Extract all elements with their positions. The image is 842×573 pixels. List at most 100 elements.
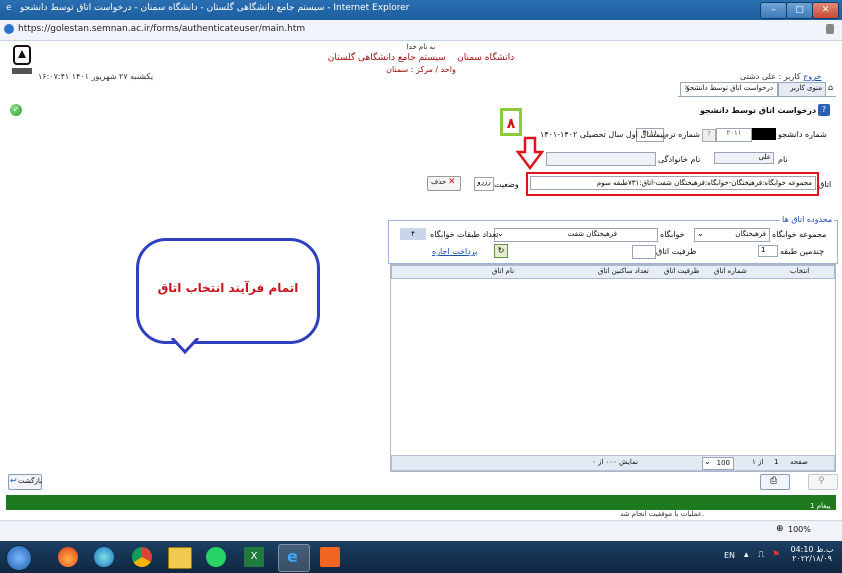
minimize-button[interactable]: – xyxy=(760,2,787,19)
success-check-icon: ✓ xyxy=(10,104,22,116)
last-name-field xyxy=(546,152,656,166)
first-name-label: نام xyxy=(778,155,788,164)
floors-count-label: تعداد طبقات خوابگاه xyxy=(430,230,499,239)
form-title: درخواست اتاق توسط دانشجو xyxy=(700,106,817,115)
back-arrow-icon: ↩ xyxy=(10,476,17,485)
chevron-down-icon: ⌄ xyxy=(704,457,711,466)
network-icon[interactable]: ⎍ xyxy=(758,550,764,560)
dorm-group-select[interactable]: فرهیختگان ⌄ xyxy=(694,228,770,242)
refresh-icon[interactable]: ↻ xyxy=(494,244,508,258)
student-number-field[interactable]: ۲۰۱۱ xyxy=(716,128,752,142)
user-bar: خروج کاربر : علی دشتی xyxy=(740,72,821,81)
excel-icon[interactable]: X xyxy=(244,547,264,567)
header-line: دانشگاه سمنان سیستم جامع دانشگاهی گلستان xyxy=(0,53,842,63)
floor-label: چندمین طبقه xyxy=(780,247,825,256)
page-size-value: 100 xyxy=(716,459,730,467)
dorm-group-value: فرهیختگان xyxy=(735,230,766,238)
print-button[interactable]: ⎙ xyxy=(760,474,790,490)
message-bar xyxy=(6,495,836,510)
page-size-select[interactable]: 100 ⌄ xyxy=(702,457,734,470)
page-of: از ۱ xyxy=(752,458,764,466)
tab-user-menu-label: منوی کاربر xyxy=(790,84,822,92)
room-area-legend: محدوده اتاق ها xyxy=(780,215,835,224)
last-name-label: نام خانوادگی xyxy=(658,155,701,164)
clock-time: 04:10 ب.ظ xyxy=(790,545,834,554)
whatsapp-icon[interactable] xyxy=(206,547,226,567)
col-room-name: نام اتاق xyxy=(492,267,515,275)
window-title: سیستم جامع دانشگاهی گلستان - دانشگاه سمن… xyxy=(20,3,410,13)
grid-pager: صفحه 1 از ۱ 100 ⌄ نمایش ۰۰۰ از ۰ xyxy=(391,455,835,471)
zoom-icon: ⊕ xyxy=(776,524,784,534)
status-label: وضعیت xyxy=(494,180,519,189)
message-count: 1 پیغام xyxy=(810,502,831,510)
help-icon[interactable]: ? xyxy=(818,104,830,116)
tab-close-icon[interactable]: ✕ xyxy=(684,84,690,92)
media-player-icon[interactable] xyxy=(320,547,340,567)
chrome-icon[interactable] xyxy=(132,547,152,567)
floor-input[interactable]: 1 xyxy=(758,245,778,257)
rent-payment-link[interactable]: پرداخت اجاره xyxy=(432,247,477,256)
term-description: نیمسال اول سال تحصیلی ۱۴۰۲-۱۴۰۱ xyxy=(540,130,665,139)
delete-icon: ✕ xyxy=(448,177,456,187)
tab-user-menu[interactable]: منوی کاربر xyxy=(778,82,826,96)
delete-button-label: حذف xyxy=(431,178,447,186)
delete-button[interactable]: ✕ حذف xyxy=(427,176,461,191)
chevron-down-icon: ⌄ xyxy=(697,229,704,238)
close-button[interactable]: ✕ xyxy=(812,2,839,19)
dorm-label: خوابگاه xyxy=(660,230,685,239)
lock-icon xyxy=(826,24,834,34)
start-button[interactable] xyxy=(6,545,32,571)
col-residents: تعداد ساکنین اتاق xyxy=(598,267,649,275)
student-lookup-button[interactable]: ? xyxy=(702,129,716,142)
capacity-label: ظرفیت اتاق xyxy=(656,247,697,256)
dorm-group-label: مجموعه خوابگاه xyxy=(772,230,827,239)
window-title-bar: e سیستم جامع دانشگاهی گلستان - دانشگاه س… xyxy=(0,0,842,20)
firefox-icon[interactable] xyxy=(58,547,78,567)
showing-count: نمایش ۰۰۰ از ۰ xyxy=(592,458,639,466)
dorm-value: فرهیختگان شفت xyxy=(567,230,617,238)
system-name: سیستم جامع دانشگاهی گلستان xyxy=(327,53,446,63)
tab-room-request[interactable]: درخواست اتاق توسط دانشجو ✕ xyxy=(680,82,778,96)
url-text[interactable]: https://golestan.semnan.ac.ir/forms/auth… xyxy=(18,24,305,34)
back-button[interactable]: بازگشت ↩ xyxy=(8,474,42,490)
col-room-number: شماره اتاق xyxy=(714,267,747,275)
bubble-tail xyxy=(170,338,200,354)
back-button-label: بازگشت xyxy=(18,477,42,485)
language-indicator[interactable]: EN xyxy=(724,551,735,560)
edge-icon[interactable] xyxy=(94,547,114,567)
file-explorer-icon[interactable] xyxy=(168,547,192,569)
dorm-select[interactable]: فرهیختگان شفت ⌄ xyxy=(494,228,658,242)
binoculars-icon: ⚲ xyxy=(818,476,825,486)
logout-link[interactable]: خروج xyxy=(803,72,821,81)
col-room-capacity: ظرفیت اتاق xyxy=(664,267,700,275)
taskbar: X e EN ▴ ⎍ ⚑ 04:10 ب.ظ ۲۰۲۲/۱۸/۰۹ xyxy=(0,541,842,573)
floors-count-value: ۴ xyxy=(400,228,426,240)
zoom-level[interactable]: 100% xyxy=(788,525,811,534)
page-label: صفحه xyxy=(790,458,808,466)
room-area-fieldset xyxy=(388,220,838,264)
tab-room-request-label: درخواست اتاق توسط دانشجو xyxy=(686,84,773,92)
term-label: شماره ترم xyxy=(664,130,700,139)
home-icon[interactable]: ⌂ xyxy=(828,83,833,92)
bismillah: به نام خدا xyxy=(406,43,436,51)
browser-status-bar: 100% ⊕ xyxy=(0,520,842,541)
address-bar[interactable]: https://golestan.semnan.ac.ir/forms/auth… xyxy=(0,20,842,41)
page-icon xyxy=(4,24,14,34)
tray-arrow-icon[interactable]: ▴ xyxy=(744,550,749,560)
step-number-badge: ۸ xyxy=(500,108,522,136)
university-name: دانشگاه سمنان xyxy=(457,53,515,63)
clock[interactable]: 04:10 ب.ظ ۲۰۲۲/۱۸/۰۹ xyxy=(790,545,834,563)
flag-icon[interactable]: ⚑ xyxy=(772,550,780,560)
search-button[interactable]: ⚲ xyxy=(808,474,838,490)
clock-date: ۲۰۲۲/۱۸/۰۹ xyxy=(792,554,832,563)
rooms-grid: انتخاب شماره اتاق ظرفیت اتاق تعداد ساکنی… xyxy=(390,264,836,472)
first-name-field: علی xyxy=(714,152,774,164)
maximize-button[interactable]: □ xyxy=(786,2,813,19)
annotation-bubble: اتمام فرآیند انتخاب اتاق xyxy=(136,238,320,344)
capacity-input[interactable] xyxy=(632,245,656,259)
status-field: رزرو xyxy=(474,177,494,191)
col-select: انتخاب xyxy=(790,267,810,275)
page-current[interactable]: 1 xyxy=(774,458,778,466)
ie-taskbar-button[interactable]: e xyxy=(278,544,310,572)
date-time: ۱۶:۰۷:۴۱ یکشنبه ۲۷ شهریور ۱۴۰۱ xyxy=(38,72,154,81)
